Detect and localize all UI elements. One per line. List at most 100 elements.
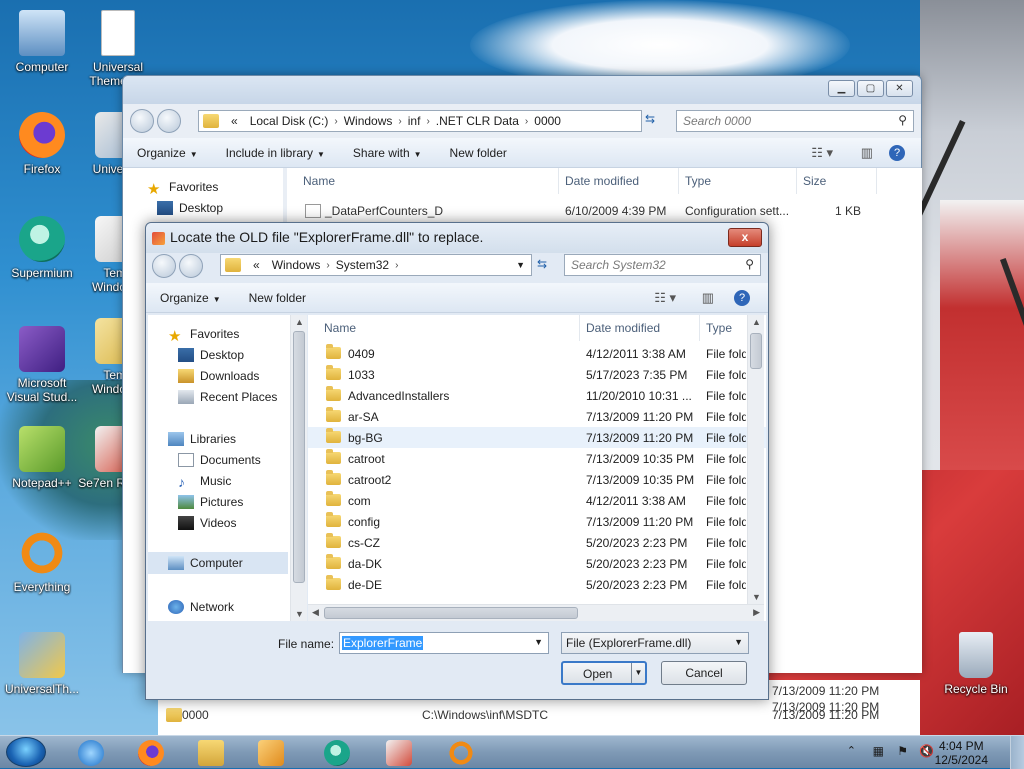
refresh-icon[interactable]: ⇆ [645,112,655,126]
column-header-name[interactable]: Name [297,168,559,194]
column-header-date[interactable]: Date modified [580,315,700,341]
open-file-dialog[interactable]: Locate the OLD file "ExplorerFrame.dll" … [145,222,769,700]
file-row[interactable]: config 7/13/2009 11:20 PM File fold [308,511,766,532]
view-options-icon[interactable]: ☷ ▾ [654,290,676,306]
file-name-combobox[interactable]: ExplorerFrame ▼ [339,632,549,654]
file-list-vertical-scrollbar[interactable]: ▲ ▼ [747,315,764,604]
dialog-organize-menu[interactable]: Organize ▼ [146,291,235,305]
share-with-menu[interactable]: Share with ▼ [339,146,436,160]
file-list-horizontal-scrollbar[interactable]: ◀ ▶ [308,604,764,621]
nav-item-favorites[interactable]: ★ Favorites [168,327,239,345]
file-row[interactable]: com 4/12/2011 3:38 AM File fold [308,490,766,511]
breadcrumb-item[interactable]: inf [402,114,427,128]
preview-pane-icon[interactable]: ▥ [702,290,714,306]
nav-item-videos[interactable]: Videos [178,516,236,530]
help-icon[interactable]: ? [889,144,905,161]
organize-menu[interactable]: Organize ▼ [123,146,212,160]
nav-pane-scrollbar[interactable]: ▲ ▼ [290,315,307,621]
nav-item-network[interactable]: Network [168,600,234,614]
dialog-refresh-icon[interactable]: ⇆ [537,257,547,271]
breadcrumb-item[interactable]: .NET CLR Data [430,114,525,128]
start-button[interactable] [6,737,46,767]
taskbar-internet-explorer[interactable] [68,738,112,767]
nav-item-libraries[interactable]: Libraries [168,432,236,446]
file-row[interactable]: catroot 7/13/2009 10:35 PM File fold [308,448,766,469]
desktop-icon-supermium[interactable]: Supermium [0,216,84,280]
file-row[interactable]: 1033 5/17/2023 7:35 PM File fold [308,364,766,385]
view-options-icon[interactable]: ☷ ▾ [811,145,833,161]
file-type-select[interactable]: File (ExplorerFrame.dll) ▼ [561,632,749,654]
dialog-new-folder-button[interactable]: New folder [235,291,320,305]
file-row[interactable]: AdvancedInstallers 11/20/2010 10:31 ... Fi… [308,385,766,406]
search-icon[interactable]: ⚲ [898,113,907,127]
breadcrumb-item[interactable]: Windows [338,114,399,128]
open-dropdown-icon[interactable]: ▼ [631,663,645,683]
desktop-icon-firefox[interactable]: Firefox [0,112,84,176]
nav-item-desktop[interactable]: Desktop [178,348,244,362]
minimize-button[interactable]: ▁ [828,80,855,97]
back-button[interactable] [130,109,154,133]
nav-item-documents[interactable]: Documents [178,453,261,467]
taskbar-media-player[interactable] [248,738,292,767]
scroll-down-arrow[interactable]: ▼ [752,592,761,602]
scroll-thumb[interactable] [750,333,762,369]
scroll-up-arrow[interactable]: ▲ [752,317,761,327]
file-row[interactable]: ar-SA 7/13/2009 11:20 PM File fold [308,406,766,427]
scroll-left-arrow[interactable]: ◀ [312,607,319,618]
nav-item-computer[interactable]: Computer [148,552,288,574]
close-button[interactable]: ✕ [886,80,913,97]
scroll-thumb[interactable] [293,331,305,583]
dialog-titlebar[interactable]: Locate the OLD file "ExplorerFrame.dll" … [146,223,768,253]
nav-item-pictures[interactable]: Pictures [178,495,243,509]
taskbar-supermium[interactable] [314,738,358,767]
show-desktop-button[interactable] [1010,736,1024,769]
breadcrumb-item[interactable]: System32 [330,258,395,272]
explorer-address-bar[interactable]: « Local Disk (C:) › Windows › inf › .NET CL… [198,110,642,132]
chevron-right-icon[interactable]: › [395,260,398,271]
breadcrumb-item[interactable]: 0000 [528,114,567,128]
dialog-close-button[interactable]: x [728,228,762,247]
desktop-icon-computer[interactable]: Computer [0,10,84,74]
desktop-icon-everything[interactable]: Everything [0,530,84,594]
desktop-icon-recycle-bin[interactable]: Recycle Bin [934,632,1018,696]
desktop-icon-universaltheme[interactable]: UniversalTh... [0,632,84,696]
file-row[interactable]: 0409 4/12/2011 3:38 AM File fold [308,343,766,364]
nav-item-recent-places[interactable]: Recent Places [178,390,277,404]
explorer-search-input[interactable]: Search 0000 ⚲ [676,110,914,132]
column-header-name[interactable]: Name [318,315,580,341]
dialog-forward-button[interactable] [179,254,203,278]
include-in-library-menu[interactable]: Include in library ▼ [212,146,339,160]
nav-item-music[interactable]: ♪ Music [178,474,231,490]
network-tray-icon[interactable]: ▦ [873,744,884,758]
file-row[interactable]: cs-CZ 5/20/2023 2:23 PM File fold [308,532,766,553]
maximize-button[interactable]: ▢ [857,80,884,97]
open-button[interactable]: Open ▼ [561,661,647,685]
nav-item-favorites[interactable]: ★ Favorites [147,180,218,198]
volume-muted-icon[interactable]: 🔇 [919,744,934,758]
taskbar-replacer[interactable] [376,738,420,767]
column-header-size[interactable]: Size [797,168,877,194]
column-header-date[interactable]: Date modified [559,168,679,194]
address-dropdown-icon[interactable]: ▼ [516,260,525,270]
scroll-thumb[interactable] [324,607,578,619]
dialog-search-input[interactable]: Search System32 ⚲ [564,254,761,276]
desktop-icon-notepadpp[interactable]: Notepad++ [0,426,84,490]
search-icon[interactable]: ⚲ [745,257,754,271]
show-hidden-icons-icon[interactable]: ⌃ [847,744,856,757]
desktop-icon-visual-studio[interactable]: Microsoft Visual Stud... [0,326,84,404]
system-clock[interactable]: 4:04 PM 12/5/2024 [935,739,988,767]
scroll-right-arrow[interactable]: ▶ [753,607,760,618]
file-row[interactable]: de-DE 5/20/2023 2:23 PM File fold [308,574,766,595]
scroll-up-arrow[interactable]: ▲ [295,317,304,327]
dialog-back-button[interactable] [152,254,176,278]
chevron-down-icon[interactable]: ▼ [734,637,743,647]
new-folder-button[interactable]: New folder [436,146,521,160]
preview-pane-icon[interactable]: ▥ [861,145,873,161]
action-center-flag-icon[interactable]: ⚑ [897,744,908,758]
taskbar-everything[interactable] [438,738,482,767]
forward-button[interactable] [157,109,181,133]
nav-item-downloads[interactable]: Downloads [178,369,259,383]
breadcrumb-item[interactable]: Windows [266,258,327,272]
explorer-titlebar[interactable] [123,76,921,104]
column-header-type[interactable]: Type [679,168,797,194]
